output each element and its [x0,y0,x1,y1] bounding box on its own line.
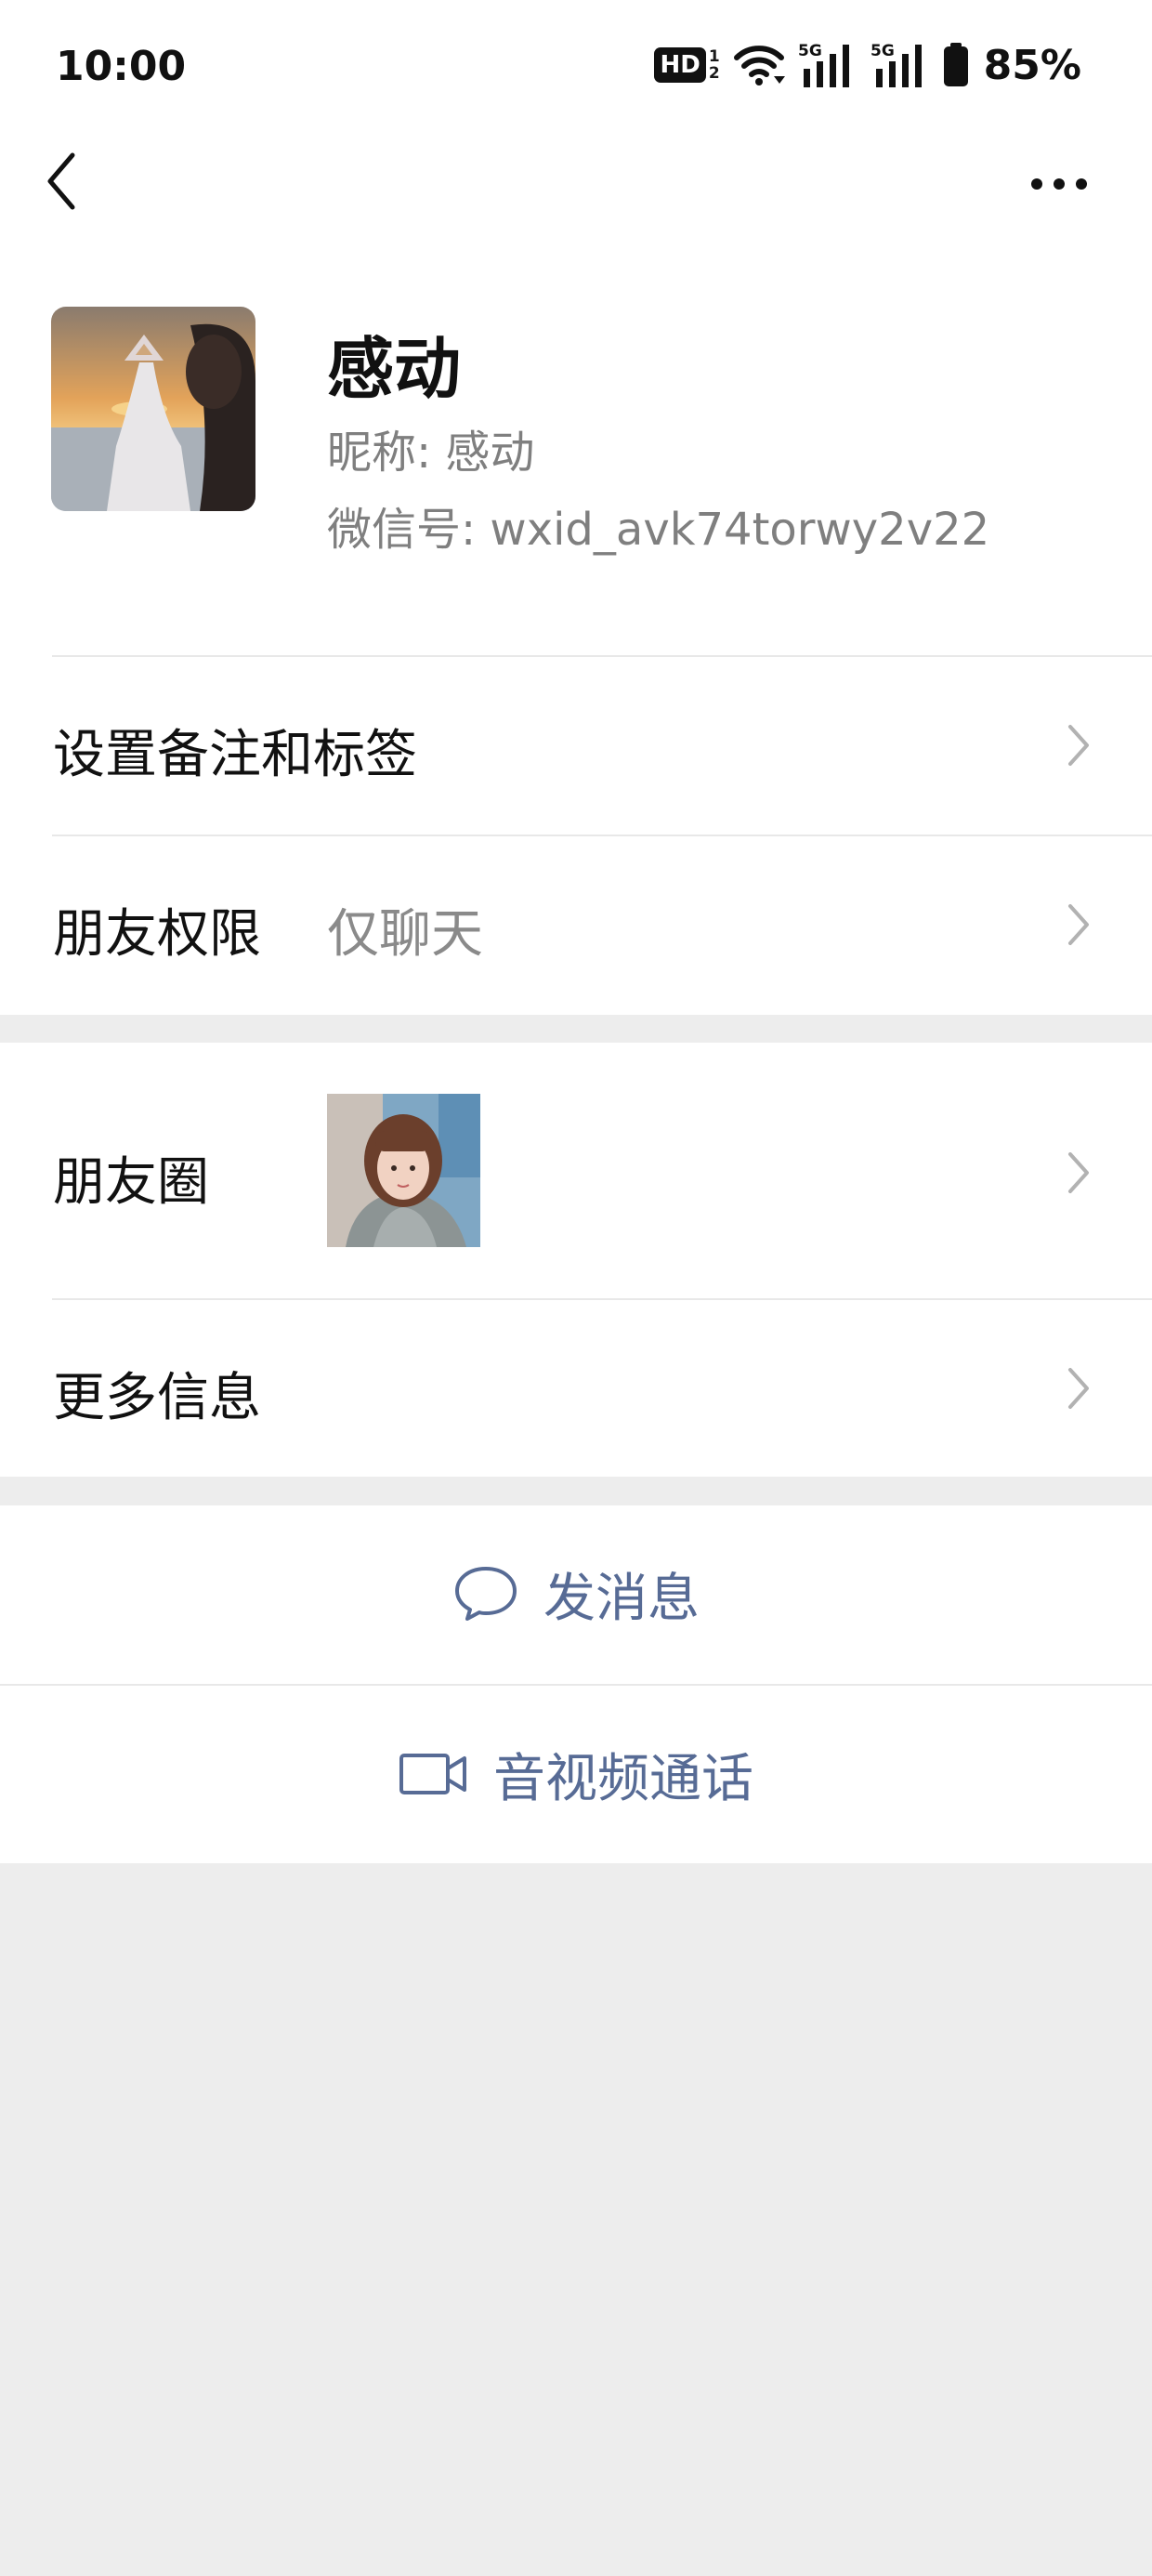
moments-label: 朋友圈 [53,1152,209,1213]
nickname-line: 昵称: 感动 [327,427,535,479]
permissions-label: 朋友权限 [53,904,261,965]
video-call-label: 音视频通话 [493,1748,753,1809]
battery-icon [943,43,968,86]
friend-permissions-row[interactable]: 朋友权限 仅聊天 [0,836,1152,1015]
contact-profile-page: 10:00 HD 1 2 5G 5G 85% 感动 昵称: 感动 微信号: wx… [0,0,1152,2576]
chevron-right-icon [1068,725,1089,766]
wifi-icon [733,46,785,85]
video-call-button[interactable]: 音视频通话 [0,1686,1152,1862]
signal-5g-icon-1: 5G [798,42,849,87]
chevron-right-icon [1068,904,1089,945]
chat-bubble-icon [455,1567,517,1621]
net1-label: 5G [798,42,822,60]
chevron-right-icon [1068,1152,1089,1193]
send-message-label: 发消息 [543,1568,700,1629]
video-camera-icon [399,1754,466,1794]
chevron-right-icon [1068,1368,1089,1409]
remark-tags-label: 设置备注和标签 [53,725,417,785]
avatar[interactable] [51,307,255,511]
moments-photo-thumbnail[interactable] [327,1094,480,1247]
hd-sub-bottom: 2 [708,64,720,83]
moments-section: 朋友圈 更多信息 [0,1043,1152,1477]
more-info-row[interactable]: 更多信息 [0,1300,1152,1477]
chevron-left-icon[interactable] [37,144,89,218]
battery-percent: 85% [983,41,1081,89]
actions-section: 发消息 音视频通话 [0,1505,1152,1863]
signal-5g-icon-2: 5G [871,42,922,87]
hd-sub-top: 1 [708,47,720,66]
permissions-value: 仅聊天 [327,904,483,965]
profile-header: 感动 昵称: 感动 微信号: wxid_avk74torwy2v22 [0,260,1152,655]
contact-name: 感动 [327,330,462,408]
net2-label: 5G [871,42,895,60]
remark-tags-row[interactable]: 设置备注和标签 [0,655,1152,835]
status-icons: HD 1 2 5G 5G 85% [654,39,1081,91]
moments-row[interactable]: 朋友圈 [0,1043,1152,1298]
top-nav [0,139,1152,260]
wechat-id-line: 微信号: wxid_avk74torwy2v22 [327,504,990,556]
hd-label: HD [654,47,706,83]
settings-section: 设置备注和标签 朋友权限 仅聊天 [0,655,1152,1015]
hd-voice-icon: HD 1 2 [654,47,720,83]
more-dots-icon[interactable] [1022,158,1096,210]
status-time: 10:00 [56,43,187,90]
send-message-button[interactable]: 发消息 [0,1505,1152,1682]
status-bar: 10:00 HD 1 2 5G 5G 85% [0,0,1152,139]
more-info-label: 更多信息 [53,1368,261,1428]
